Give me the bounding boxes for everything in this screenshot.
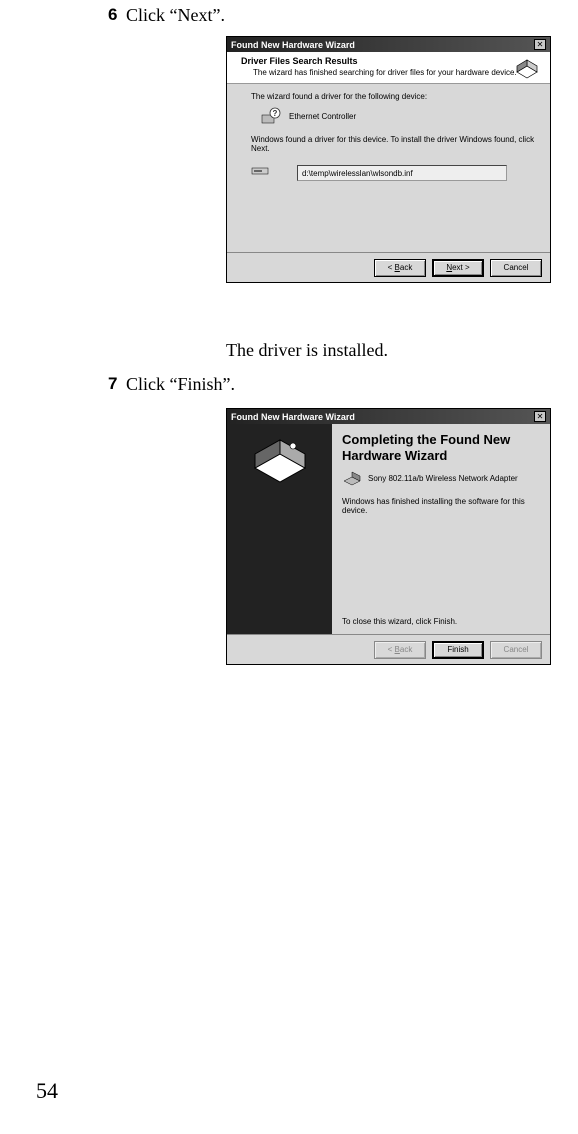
finished-text: Windows has finished installing the soft… [342,497,540,515]
question-device-icon: ? [261,107,281,125]
back-button-disabled: < Back [374,641,426,659]
titlebar-text: Found New Hardware Wizard [231,40,355,50]
cancel-button[interactable]: Cancel [490,259,542,277]
finish-button[interactable]: Finish [432,641,484,659]
close-icon[interactable]: ✕ [534,39,546,50]
dialog-header-title: Driver Files Search Results [241,56,542,66]
titlebar: Found New Hardware Wizard ✕ [227,409,550,424]
cancel-button-disabled: Cancel [490,641,542,659]
complete-title: Completing the Found New Hardware Wizard [342,432,540,463]
titlebar: Found New Hardware Wizard ✕ [227,37,550,52]
step-number: 6 [108,5,117,25]
dialog-footer: < Back Next > Cancel [227,252,550,282]
step-number: 7 [108,374,117,394]
wizard-sidebar [227,424,332,634]
hardware-large-icon [245,434,315,490]
driver-installed-text: The driver is installed. [226,340,388,361]
dialog-header-subtitle: The wizard has finished searching for dr… [253,68,542,77]
install-instruction-text: Windows found a driver for this device. … [251,135,536,153]
step-instruction: Click “Next”. [126,5,225,25]
driver-path-field: d:\temp\wirelesslan\wlsondb.inf [297,165,507,181]
drive-icon [251,166,269,176]
dialog-header: Driver Files Search Results The wizard h… [227,52,550,84]
step-instruction: Click “Finish”. [126,374,235,394]
adapter-icon [342,469,362,487]
found-driver-text: The wizard found a driver for the follow… [251,92,536,101]
driver-path-text: d:\temp\wirelesslan\wlsondb.inf [302,169,413,178]
dialog-content: Completing the Found New Hardware Wizard… [332,424,550,634]
hardware-icon [512,58,542,82]
dialog-footer: < Back Finish Cancel [227,634,550,664]
page-number: 54 [36,1078,58,1104]
next-button[interactable]: Next > [432,259,484,277]
svg-text:?: ? [273,109,278,118]
wizard-dialog-complete: Found New Hardware Wizard ✕ Completing t… [226,408,551,665]
device-name: Ethernet Controller [289,112,356,121]
close-instruction: To close this wizard, click Finish. [342,617,457,626]
back-button[interactable]: < Back [374,259,426,277]
adapter-name: Sony 802.11a/b Wireless Network Adapter [368,474,518,483]
wizard-dialog-search-results: Found New Hardware Wizard ✕ Driver Files… [226,36,551,283]
dialog-content: The wizard found a driver for the follow… [227,84,550,252]
titlebar-text: Found New Hardware Wizard [231,412,355,422]
close-icon[interactable]: ✕ [534,411,546,422]
